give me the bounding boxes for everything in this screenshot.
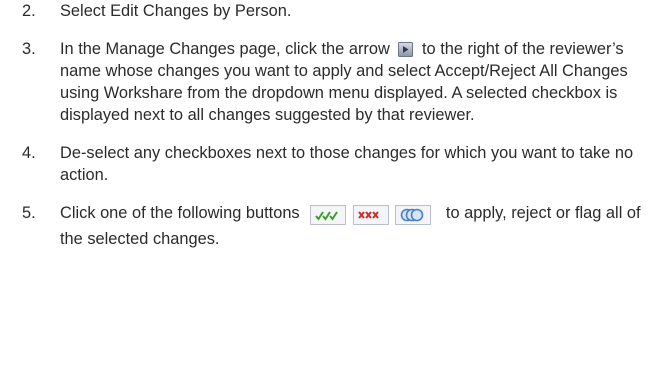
step-4: 4. De-select any checkboxes next to thos… — [22, 142, 644, 186]
accept-all-icon[interactable] — [310, 205, 347, 225]
instruction-steps: 2. Select Edit Changes by Person. 3. In … — [22, 0, 644, 266]
flag-all-icon[interactable] — [395, 205, 432, 225]
step-number: 4. — [22, 144, 36, 162]
step-text-before: Click one of the following buttons — [60, 204, 300, 222]
step-3: 3. In the Manage Changes page, click the… — [22, 38, 644, 126]
step-text: Select Edit Changes by Person. — [60, 2, 292, 20]
action-buttons — [310, 205, 433, 228]
step-number: 3. — [22, 40, 36, 58]
step-2: 2. Select Edit Changes by Person. — [22, 0, 644, 22]
step-number: 2. — [22, 2, 36, 20]
step-text: De-select any checkboxes next to those c… — [60, 144, 634, 184]
step-number: 5. — [22, 204, 36, 222]
step-5: 5. Click one of the following buttons to… — [22, 202, 644, 250]
reject-all-icon[interactable] — [352, 205, 389, 225]
step-text-before: In the Manage Changes page, click the ar… — [60, 40, 390, 58]
arrow-icon — [398, 42, 414, 57]
